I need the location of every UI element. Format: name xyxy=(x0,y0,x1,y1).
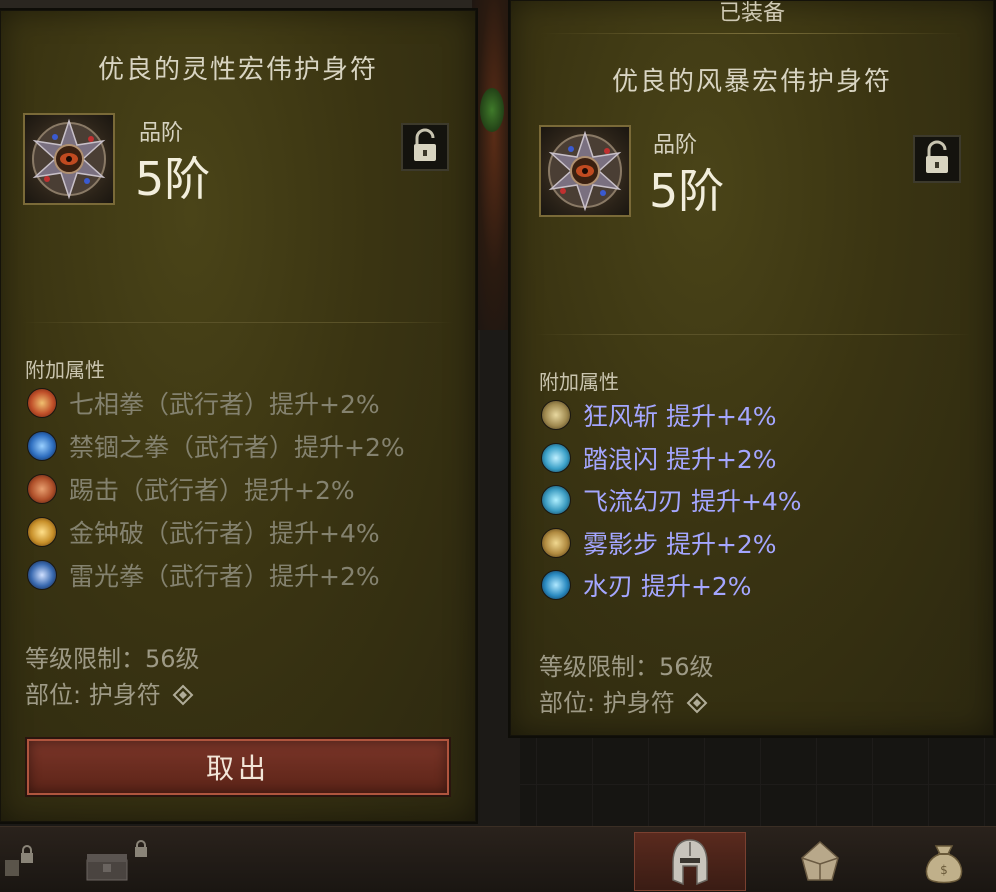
item-tooltip-left: 优良的灵性宏伟护身符 品阶 5阶 附加属性 七相拳（武行者）提升+2% 禁锢之拳… xyxy=(0,10,476,822)
affix-row: 狂风斩 提升+4% xyxy=(541,397,777,433)
locked-chest-tab[interactable] xyxy=(56,832,156,891)
money-bag-icon: $ xyxy=(925,844,963,883)
take-out-button[interactable]: 取出 xyxy=(27,739,449,795)
affix-header: 附加属性 xyxy=(539,370,619,394)
equipment-tab[interactable] xyxy=(634,832,746,891)
gale-slash-icon xyxy=(541,400,571,430)
affix-row: 踢击（武行者）提升+2% xyxy=(27,471,355,507)
kick-icon xyxy=(27,474,57,504)
equipped-label: 已装备 xyxy=(718,1,785,26)
golden-bell-icon xyxy=(27,517,57,547)
mist-step-icon xyxy=(541,528,571,558)
amulet-icon xyxy=(539,125,631,217)
seven-sided-strike-icon xyxy=(27,388,57,418)
gem-pouch-icon xyxy=(801,840,839,881)
gem-tab[interactable] xyxy=(768,832,872,891)
item-name: 优良的灵性宏伟护身符 xyxy=(97,55,378,85)
flowing-blade-icon xyxy=(541,485,571,515)
locked-slot-tab[interactable] xyxy=(0,832,40,891)
affix-row: 雷光拳（武行者）提升+2% xyxy=(27,557,380,593)
background-leaf xyxy=(480,88,504,132)
wave-step-icon xyxy=(541,443,571,473)
amulet-slot-icon xyxy=(686,692,708,714)
affix-row: 踏浪闪 提升+2% xyxy=(541,440,777,476)
helmet-icon xyxy=(672,838,708,885)
amulet-slot-icon xyxy=(172,684,194,706)
level-requirement: 等级限制：56级 xyxy=(539,653,714,681)
divider xyxy=(23,322,453,323)
affix-row: 禁锢之拳（武行者）提升+2% xyxy=(27,428,405,464)
affix-row: 雾影步 提升+2% xyxy=(541,525,777,561)
thunder-fist-icon xyxy=(27,560,57,590)
affix-row: 金钟破（武行者）提升+4% xyxy=(27,514,380,550)
bag-tab[interactable]: $ xyxy=(892,832,996,891)
binding-fist-icon xyxy=(27,431,57,461)
grade-value: 5阶 xyxy=(649,164,725,218)
item-name: 优良的风暴宏伟护身符 xyxy=(611,67,892,97)
svg-text:$: $ xyxy=(940,863,948,877)
slot-info: 部位: 护身符 xyxy=(539,683,708,718)
unlocked-padlock-icon[interactable] xyxy=(913,135,961,183)
affix-row: 水刃 提升+2% xyxy=(541,567,752,603)
water-blade-icon xyxy=(541,570,571,600)
slot-info: 部位: 护身符 xyxy=(25,675,194,710)
affix-row: 七相拳（武行者）提升+2% xyxy=(27,385,380,421)
item-tooltip-right: 已装备 优良的风暴宏伟护身符 品阶 5阶 附加属性 狂风斩 提升+4% 踏浪闪 … xyxy=(510,0,994,736)
amulet-icon xyxy=(23,113,115,205)
affix-header: 附加属性 xyxy=(25,358,105,382)
divider xyxy=(535,334,971,335)
locked-chest-icon xyxy=(86,839,147,880)
grade-value: 5阶 xyxy=(135,152,211,206)
equipped-divider xyxy=(541,33,963,34)
affix-row: 飞流幻刃 提升+4% xyxy=(541,482,802,518)
unlocked-padlock-icon[interactable] xyxy=(401,123,449,171)
level-requirement: 等级限制：56级 xyxy=(25,645,200,673)
locked-slot-icon xyxy=(5,844,33,876)
